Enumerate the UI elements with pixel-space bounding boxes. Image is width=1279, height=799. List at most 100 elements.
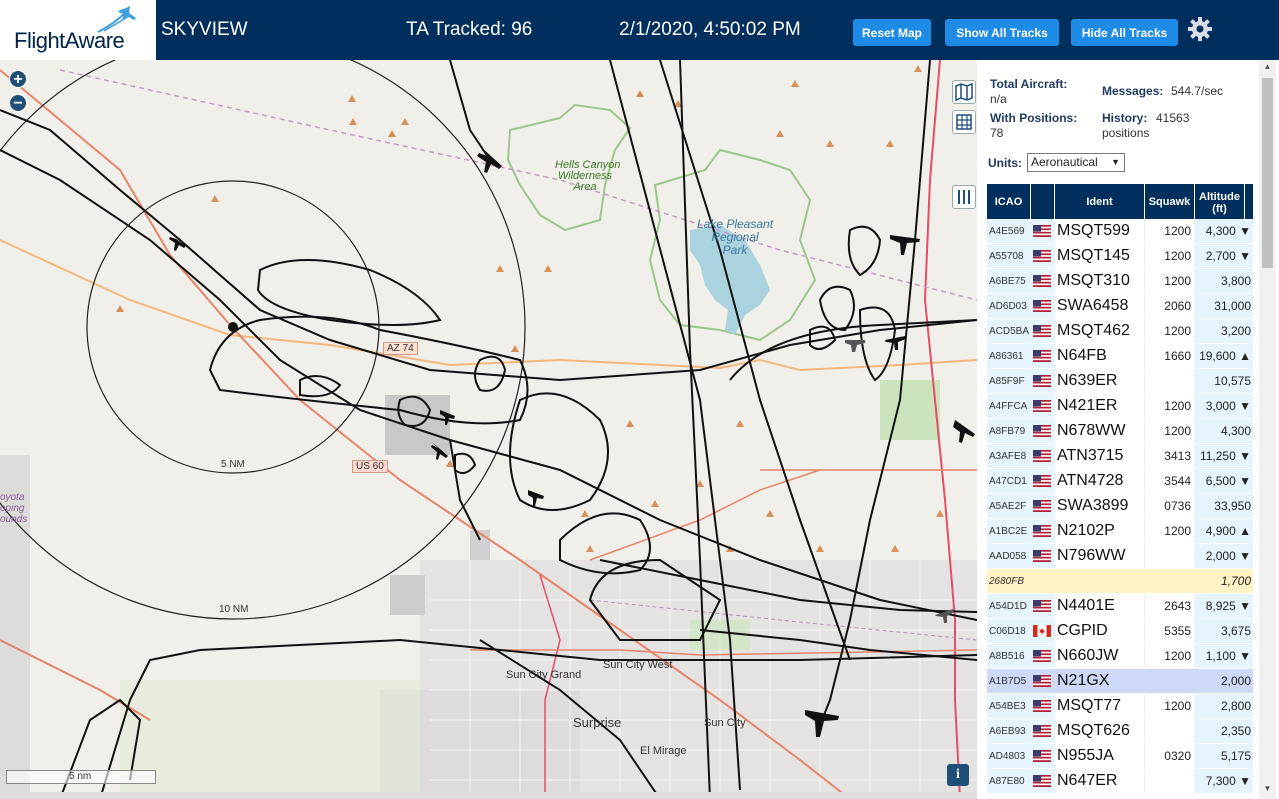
table-row[interactable]: A86361 N64FB 1660 19,600 ▲	[987, 344, 1253, 369]
ident-cell: MSQT310	[1055, 269, 1144, 293]
altitude-cell: 2,700 ▼	[1205, 249, 1251, 263]
scale-bar: 5 nm	[6, 770, 156, 784]
table-row[interactable]: A54D1D N4401E 2643 8,925 ▼	[987, 594, 1253, 619]
scrollbar-thumb[interactable]	[1262, 78, 1273, 268]
squawk-cell: 3544	[1145, 469, 1194, 493]
squawk-cell: 1200	[1145, 519, 1194, 543]
zoom-in-button[interactable]: +	[9, 70, 27, 88]
map-canvas[interactable]: Hells Canyon Wilderness Area Lake Pleasant…	[0, 60, 977, 799]
table-row[interactable]: A5AE2F SWA3899 0736 33,950	[987, 494, 1253, 519]
history-label: History:	[1102, 111, 1148, 125]
altitude-cell: 33,950	[1214, 499, 1251, 513]
info-button[interactable]: i	[947, 764, 969, 786]
us-flag-icon	[1031, 769, 1053, 793]
us-flag-icon	[1031, 669, 1053, 693]
col-icao[interactable]: ICAO	[987, 184, 1031, 219]
us-flag-icon	[1031, 344, 1053, 368]
reset-map-button[interactable]: Reset Map	[853, 19, 931, 46]
icao-cell: A8FB79	[989, 425, 1026, 437]
altitude-cell: 1,700	[1220, 574, 1251, 588]
table-row[interactable]: A54BE3 MSQT77 1200 2,800	[987, 694, 1253, 719]
table-row[interactable]: A8FB79 N678WW 1200 4,300	[987, 419, 1253, 444]
clock-timestamp: 2/1/2020, 4:50:02 PM	[619, 19, 801, 40]
table-row[interactable]: A6BE75 MSQT310 1200 3,800	[987, 269, 1253, 294]
icao-cell: A1BC2E	[989, 525, 1028, 537]
table-row[interactable]: AAD058 N796WW 2,000 ▼	[987, 544, 1253, 569]
app-title: SKYVIEW	[161, 19, 248, 40]
table-row[interactable]: A4E569 MSQT599 1200 4,300 ▼	[987, 219, 1253, 244]
history-value: 41563	[1156, 111, 1190, 125]
icao-cell: A3AFE8	[989, 450, 1027, 462]
scroll-up-icon[interactable]: ▲	[1262, 62, 1273, 74]
icao-cell: A54D1D	[989, 600, 1027, 612]
col-extra	[1245, 184, 1253, 219]
table-row[interactable]: A85F9F N639ER 10,575	[987, 369, 1253, 394]
icao-cell: A54BE3	[989, 700, 1026, 712]
icao-cell: A55708	[989, 250, 1024, 262]
table-row[interactable]: A4FFCA N421ER 1200 3,000 ▼	[987, 394, 1253, 419]
us-flag-icon	[1031, 594, 1053, 618]
icao-cell: AD4803	[989, 750, 1026, 762]
hide-all-tracks-button[interactable]: Hide All Tracks	[1071, 19, 1178, 46]
us-flag-icon	[1031, 694, 1053, 718]
us-flag-icon	[1031, 494, 1053, 518]
table-header: ICAO Ident Squawk Altitude (ft)	[987, 184, 1253, 219]
history-unit: positions	[1102, 126, 1150, 140]
ident-cell: N64FB	[1055, 344, 1144, 368]
table-row[interactable]: A1BC2E N2102P 1200 4,900 ▲	[987, 519, 1253, 544]
us-flag-icon	[1031, 319, 1053, 343]
zoom-out-button[interactable]: −	[9, 94, 27, 112]
ident-cell: MSQT77	[1055, 694, 1144, 718]
tracked-count: TA Tracked: 96	[406, 19, 533, 40]
table-row[interactable]: AD4803 N955JA 0320 5,175	[987, 744, 1253, 769]
squawk-cell: 1200	[1145, 694, 1194, 718]
table-row[interactable]: AD6D03 SWA6458 2060 31,000	[987, 294, 1253, 319]
ident-cell: N955JA	[1055, 744, 1144, 768]
table-row[interactable]: A6EB93 MSQT626 2,350	[987, 719, 1253, 744]
col-altitude[interactable]: Altitude (ft)	[1195, 184, 1245, 219]
scroll-down-icon[interactable]: ▼	[1262, 784, 1273, 796]
show-all-tracks-button[interactable]: Show All Tracks	[945, 19, 1059, 46]
ident-cell: N421ER	[1055, 394, 1144, 418]
gear-icon[interactable]	[1187, 16, 1213, 42]
us-flag-icon	[1031, 644, 1053, 668]
table-row[interactable]: C06D18 CGPID 5355 3,675	[987, 619, 1253, 644]
altitude-cell: 8,925 ▼	[1205, 599, 1251, 613]
table-row[interactable]: 2680FB 1,700	[987, 569, 1253, 594]
ident-cell: SWA6458	[1055, 294, 1144, 318]
total-aircraft-label: Total Aircraft:	[990, 77, 1068, 91]
units-select[interactable]: Aeronautical ▼	[1027, 153, 1125, 172]
col-ident[interactable]: Ident	[1055, 184, 1145, 219]
flightaware-logo[interactable]: FlightAware	[0, 0, 156, 60]
ident-cell: N639ER	[1055, 369, 1144, 393]
us-flag-icon	[1031, 394, 1053, 418]
columns-icon[interactable]	[952, 185, 976, 209]
col-flag[interactable]	[1031, 184, 1055, 219]
dropdown-arrow-icon: ▼	[1111, 157, 1120, 167]
table-row[interactable]: A47CD1 ATN4728 3544 6,500 ▼	[987, 469, 1253, 494]
icao-cell: A85F9F	[989, 375, 1025, 387]
table-row[interactable]: A87E80 N647ER 7,300 ▼	[987, 769, 1253, 794]
units-label: Units:	[988, 156, 1022, 170]
ident-cell: MSQT462	[1055, 319, 1144, 343]
ident-cell: SWA3899	[1055, 494, 1144, 518]
table-row[interactable]: ACD5BA MSQT462 1200 3,200	[987, 319, 1253, 344]
ident-cell: N4401E	[1055, 594, 1144, 618]
table-row[interactable]: A1B7D5 N21GX 2,000	[987, 669, 1253, 694]
altitude-cell: 2,350	[1220, 724, 1251, 738]
messages-value: 544.7/sec	[1171, 84, 1224, 98]
brand-name: FlightAware	[14, 28, 125, 53]
squawk-cell: 2643	[1145, 594, 1194, 618]
range-ring-5nm-label: 5 NM	[221, 459, 245, 470]
table-row[interactable]: A55708 MSQT145 1200 2,700 ▼	[987, 244, 1253, 269]
ident-cell: N678WW	[1055, 419, 1144, 443]
squawk-cell: 0320	[1145, 744, 1194, 768]
map-layers-icon[interactable]	[952, 80, 976, 104]
units-selected-value: Aeronautical	[1031, 155, 1098, 169]
table-row[interactable]: A8B516 N660JW 1200 1,100 ▼	[987, 644, 1253, 669]
squawk-cell: 1200	[1145, 269, 1194, 293]
col-squawk[interactable]: Squawk	[1145, 184, 1195, 219]
table-row[interactable]: A3AFE8 ATN3715 3413 11,250 ▼	[987, 444, 1253, 469]
us-flag-icon	[1031, 294, 1053, 318]
grid-icon[interactable]	[952, 110, 976, 134]
